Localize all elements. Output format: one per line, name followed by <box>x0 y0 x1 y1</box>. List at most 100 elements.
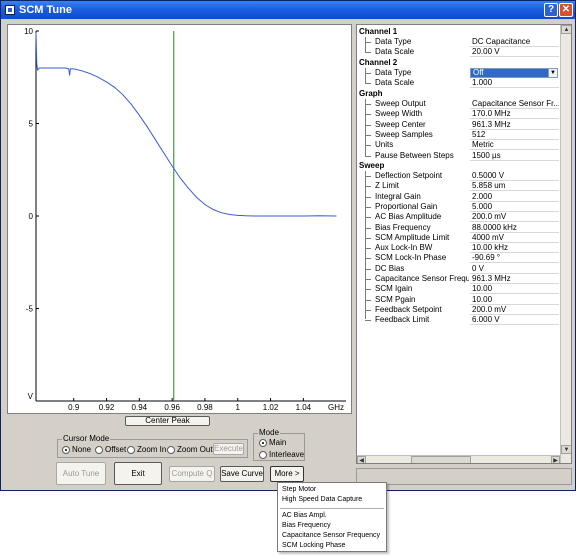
dropdown-value: Off <box>473 68 484 77</box>
menu-item-high-speed-capture[interactable]: High Speed Data Capture <box>282 496 362 503</box>
property-grid-vertical-scrollbar[interactable]: ▲ ▼ <box>560 25 571 463</box>
property-value[interactable]: 961.3 MHz <box>470 274 559 284</box>
property-row[interactable]: Feedback Setpoint 200.0 mV <box>357 305 560 315</box>
data-point <box>270 215 271 217</box>
mode-interleave-radio[interactable] <box>259 451 267 459</box>
property-row[interactable]: Feedback Limit 6.000 V <box>357 315 560 326</box>
scroll-down-icon[interactable]: ▼ <box>561 445 571 454</box>
property-row[interactable]: Deflection Setpoint 0.5000 V <box>357 171 560 181</box>
property-row[interactable]: Data Type DC Capacitance <box>357 37 560 47</box>
property-value[interactable]: 5.858 um <box>470 181 559 192</box>
property-value[interactable]: 5.000 <box>470 202 559 212</box>
property-value[interactable]: 1500 µs <box>470 151 559 161</box>
menu-item-scm-locking-phase[interactable]: SCM Locking Phase <box>282 542 345 549</box>
menu-item-bias-frequency[interactable]: Bias Frequency <box>282 522 331 529</box>
auto-tune-button[interactable]: Auto Tune <box>56 462 106 485</box>
property-value[interactable]: -90.69 ° <box>470 253 559 264</box>
property-value[interactable]: 10.00 <box>470 295 559 305</box>
execute-button[interactable]: Execute <box>213 443 244 455</box>
property-row[interactable]: Proportional Gain 5.000 <box>357 202 560 212</box>
property-row[interactable]: SCM Amplitude Limit 4000 mV <box>357 233 560 243</box>
mode-main-radio[interactable] <box>259 439 267 447</box>
property-row[interactable]: Units Metric <box>357 140 560 151</box>
scroll-right-icon[interactable]: ▶ <box>551 456 560 463</box>
menu-item-cap-sensor-frequency[interactable]: Capacitance Sensor Frequency <box>282 532 380 539</box>
property-value[interactable]: Metric <box>470 140 559 151</box>
property-value[interactable]: Capacitance Sensor Fr... <box>470 99 559 109</box>
cursor-none-radio[interactable] <box>62 446 70 454</box>
property-row[interactable]: Sweep Width 170.0 MHz <box>357 109 560 120</box>
property-value[interactable]: 2.000 <box>470 192 559 202</box>
scroll-up-icon[interactable]: ▲ <box>561 25 571 34</box>
property-row[interactable]: SCM Lock-In Phase -90.69 ° <box>357 253 560 264</box>
exit-button[interactable]: Exit <box>114 462 162 485</box>
data-point <box>171 165 173 167</box>
property-value[interactable]: DC Capacitance <box>470 37 559 47</box>
property-value[interactable]: 88.0000 kHz <box>470 223 559 233</box>
property-row[interactable]: DC Bias 0 V <box>357 264 560 274</box>
property-row[interactable]: Aux Lock-In BW 10.00 kHz <box>357 243 560 254</box>
property-row[interactable]: Sweep Samples 512 <box>357 130 560 140</box>
property-value[interactable]: 6.000 V <box>470 315 559 326</box>
data-point <box>253 215 255 217</box>
property-value[interactable]: 170.0 MHz <box>470 109 559 120</box>
help-button[interactable]: ? <box>544 3 558 17</box>
property-value[interactable]: 0.5000 V <box>470 171 559 181</box>
save-curve-button[interactable]: Save Curve <box>220 466 264 482</box>
sweep-plot[interactable]: 10 5 0 -5 V 0.9 0.92 0.94 0.96 0.98 1 1.02 1.04 GHz <box>7 24 352 414</box>
property-row[interactable]: Pause Between Steps 1500 µs <box>357 151 560 161</box>
cursor-zoomin-label[interactable]: Zoom In <box>137 445 166 454</box>
x-tick-label: 1.04 <box>296 403 312 412</box>
property-row[interactable]: AC Bias Amplitude 200.0 mV <box>357 212 560 223</box>
property-row[interactable]: Data Scale 1.000 <box>357 78 560 88</box>
cursor-offset-radio[interactable] <box>95 446 103 454</box>
sweep-plot-canvas[interactable]: 10 5 0 -5 V 0.9 0.92 0.94 0.96 0.98 1 1.02 1.04 GHz <box>8 25 351 413</box>
title-bar[interactable]: SCM Tune ? ✕ <box>1 1 575 19</box>
property-grid-horizontal-scrollbar[interactable]: ◀ ▶ <box>357 455 560 463</box>
property-row[interactable]: SCM Pgain 10.00 <box>357 295 560 305</box>
property-row[interactable]: Integral Gain 2.000 <box>357 192 560 202</box>
cursor-offset-label[interactable]: Offset <box>105 445 126 454</box>
property-value[interactable]: 10.00 kHz <box>470 243 559 254</box>
category-graph[interactable]: Graph <box>359 89 383 98</box>
property-row[interactable]: Capacitance Sensor Frequency961.3 MHz <box>357 274 560 284</box>
property-row[interactable]: Z Limit 5.858 um <box>357 181 560 192</box>
scroll-left-icon[interactable]: ◀ <box>357 456 366 463</box>
cursor-none-label[interactable]: None <box>72 445 91 454</box>
scroll-thumb[interactable] <box>411 456 471 463</box>
property-row[interactable]: Sweep Output Capacitance Sensor Fr... <box>357 99 560 109</box>
mode-main-label[interactable]: Main <box>269 438 286 447</box>
property-row[interactable]: Data Type Off ▼ <box>357 68 560 78</box>
property-value[interactable]: 200.0 mV <box>470 212 559 223</box>
property-row[interactable]: Sweep Center 961.3 MHz <box>357 120 560 130</box>
property-value[interactable]: 961.3 MHz <box>470 120 559 130</box>
menu-item-step-motor[interactable]: Step Motor <box>282 486 316 493</box>
property-value[interactable]: 512 <box>470 130 559 140</box>
property-grid[interactable]: Channel 1 Data Type DC Capacitance Data … <box>356 24 572 464</box>
property-value[interactable]: 200.0 mV <box>470 305 559 315</box>
chevron-down-icon[interactable]: ▼ <box>548 69 557 77</box>
property-row[interactable]: Bias Frequency 88.0000 kHz <box>357 223 560 233</box>
menu-item-ac-bias-ampl[interactable]: AC Bias Ampl. <box>282 512 327 519</box>
center-peak-button[interactable]: Center Peak <box>125 416 210 426</box>
category-channel-2[interactable]: Channel 2 <box>359 58 397 67</box>
property-value[interactable]: 4000 mV <box>470 233 559 243</box>
property-value[interactable]: 20.00 V <box>470 47 559 57</box>
property-value[interactable]: 1.000 <box>470 78 559 88</box>
compute-q-button[interactable]: Compute Q <box>169 466 215 482</box>
property-row[interactable]: Data Scale 20.00 V <box>357 47 560 57</box>
window-title: SCM Tune <box>19 4 72 16</box>
data-type-dropdown[interactable]: Off ▼ <box>470 68 558 78</box>
category-sweep[interactable]: Sweep <box>359 161 384 170</box>
property-value[interactable]: 10.00 <box>470 284 559 295</box>
cursor-zoomin-radio[interactable] <box>127 446 135 454</box>
mode-interleave-label[interactable]: Interleave <box>269 450 304 459</box>
more-button[interactable]: More > <box>270 466 304 482</box>
cursor-zoomout-label[interactable]: Zoom Out <box>177 445 213 454</box>
close-button[interactable]: ✕ <box>559 3 573 17</box>
cursor-zoomout-radio[interactable] <box>167 446 175 454</box>
property-row[interactable]: SCM Igain 10.00 <box>357 284 560 295</box>
category-channel-1[interactable]: Channel 1 <box>359 27 397 36</box>
property-value[interactable]: 0 V <box>470 264 559 274</box>
tree-branch <box>365 124 371 126</box>
